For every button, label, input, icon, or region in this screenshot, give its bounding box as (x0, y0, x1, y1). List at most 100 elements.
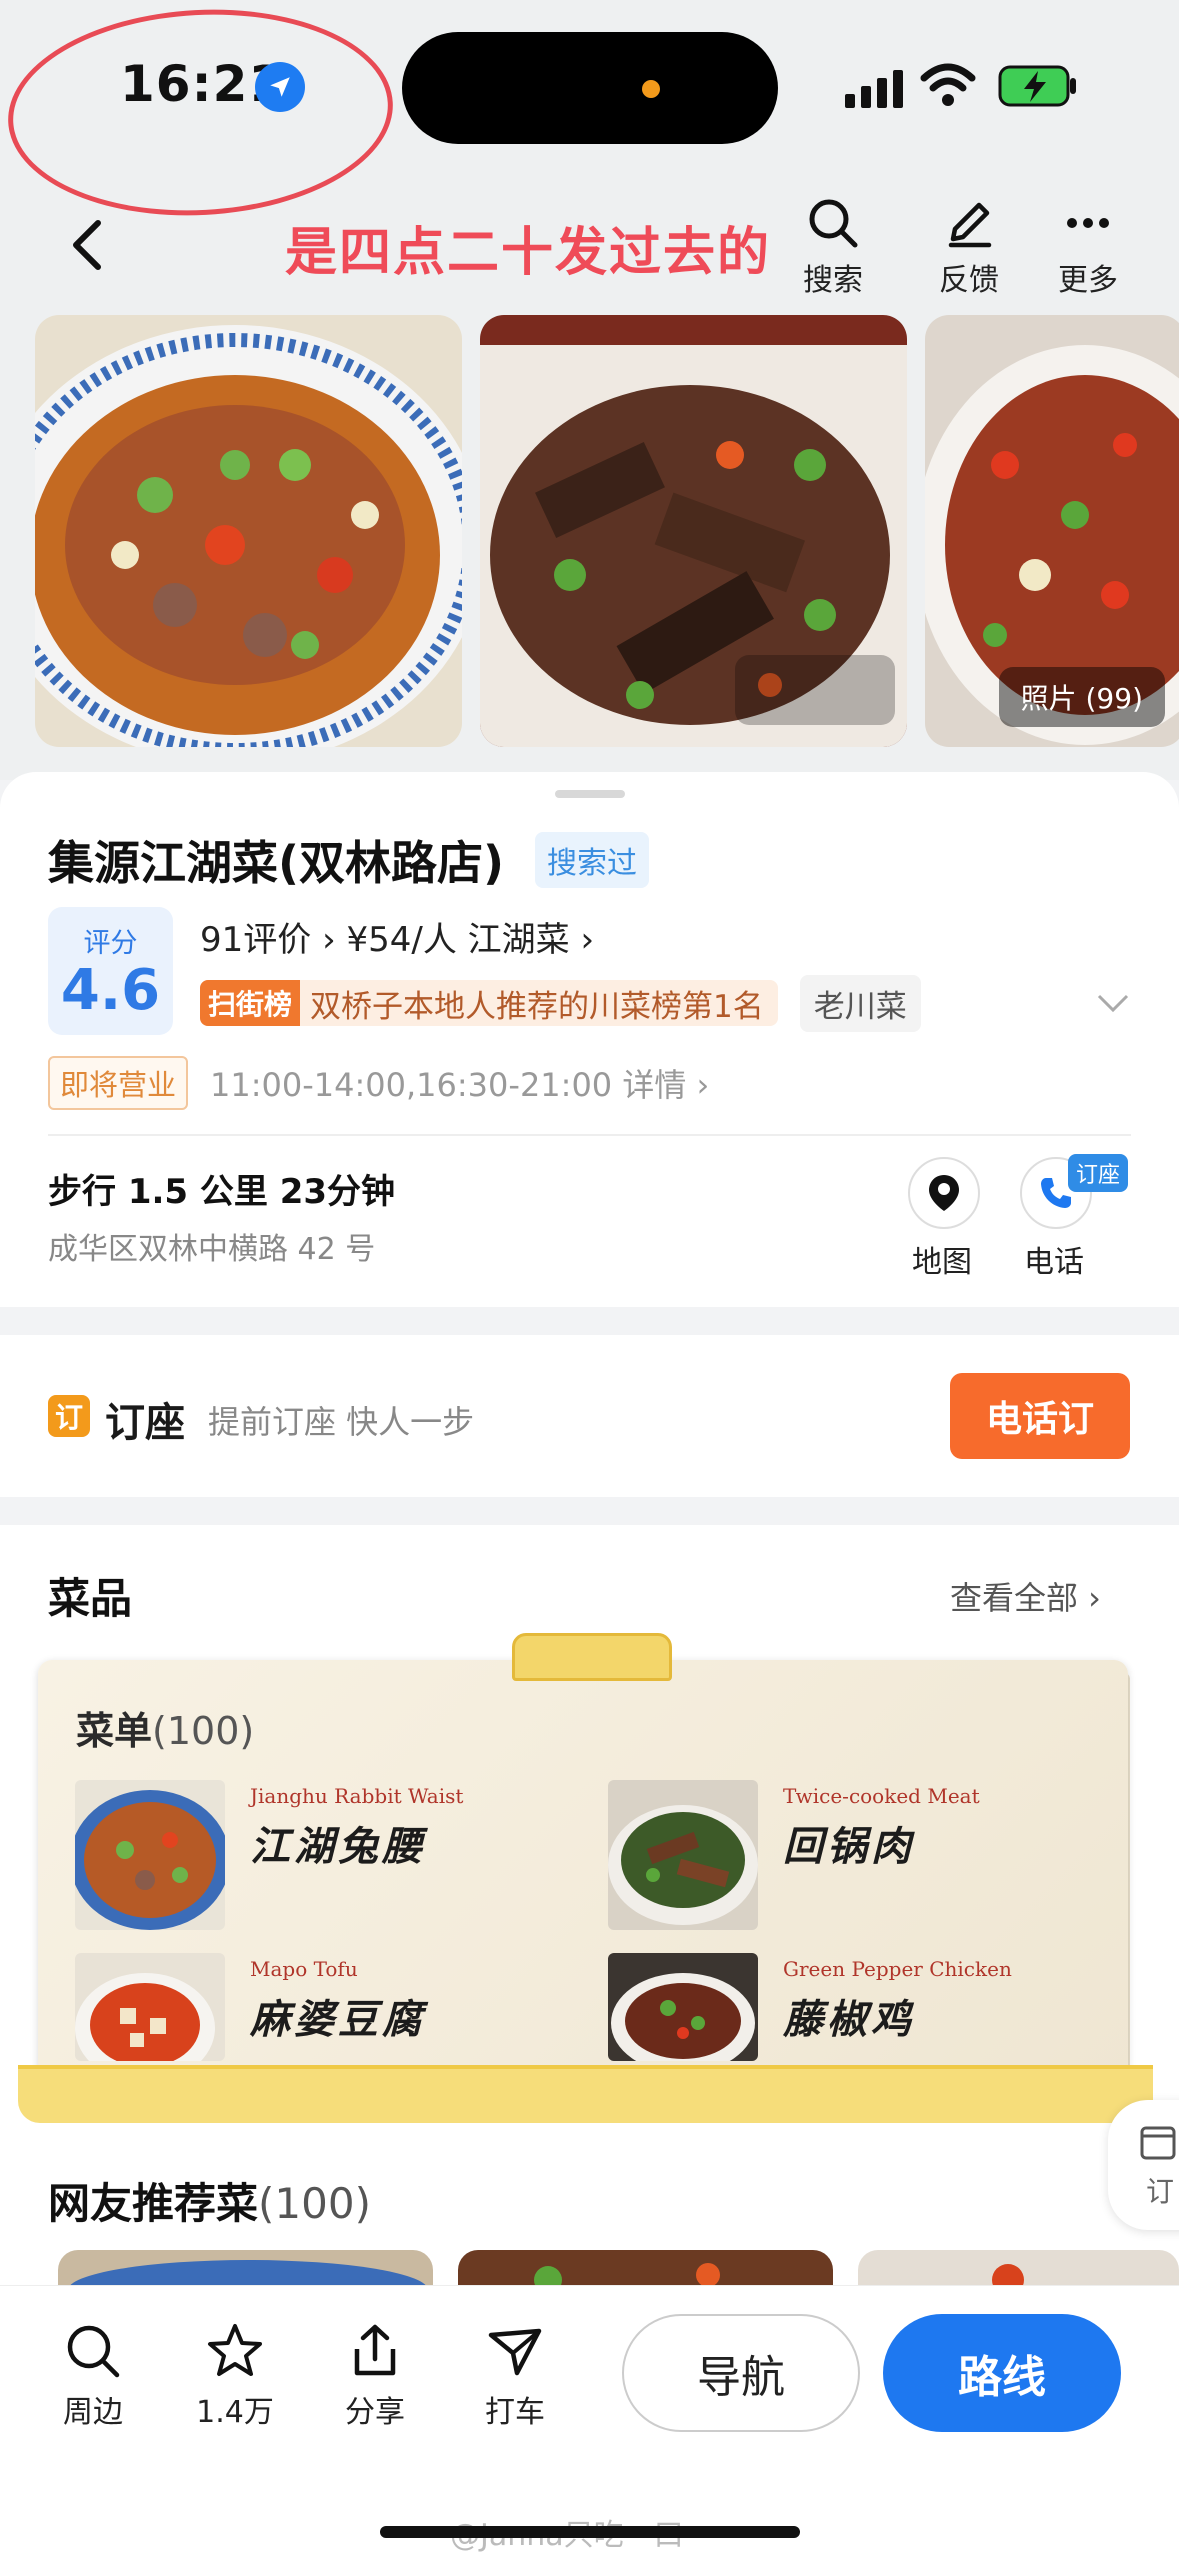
category-tag: 老川菜 (799, 974, 921, 1032)
menu-item[interactable]: Twice-cooked Meat 回锅肉 (608, 1780, 1088, 1930)
opening-hours[interactable]: 11:00-14:00,16:30-21:00 详情 › (210, 1060, 709, 1106)
walk-distance: 步行 1.5 公里 23分钟 (48, 1172, 396, 1212)
call-to-book-button[interactable]: 电话订 (950, 1373, 1130, 1459)
menu-item[interactable]: Mapo Tofu 麻婆豆腐 (75, 1953, 555, 2061)
dish-thumbnail (608, 1953, 758, 2061)
bottom-action-bar: 周边 1.4万 分享 打车 导航 路线 @Janna只吃一口 (0, 2285, 1179, 2556)
taxi-icon (488, 2328, 542, 2376)
searched-tag: 搜索过 (535, 832, 649, 888)
nearby-button[interactable]: 周边 (38, 2321, 148, 2431)
home-indicator[interactable] (380, 2526, 800, 2538)
dish-chinese-name: 麻婆豆腐 (250, 1996, 426, 2043)
annotation-text: 是四点二十发过去的 (285, 223, 772, 283)
menu-clip (512, 1633, 672, 1681)
share-label: 分享 (345, 2395, 405, 2430)
menu-title: 菜单(100) (76, 1700, 254, 1755)
feedback-button[interactable]: 反馈 (924, 195, 1014, 298)
map-button[interactable] (908, 1157, 980, 1229)
more-label: 更多 (1058, 263, 1118, 298)
battery-charging-icon (998, 65, 1076, 107)
shop-info-card: 集源江湖菜(双林路店) 搜索过 评分 4.6 91评价 › ¥54/人 江湖菜 … (0, 772, 1179, 1307)
favorite-button[interactable]: 1.4万 (180, 2321, 290, 2431)
dish-english-name: Twice-cooked Meat (783, 1784, 980, 1808)
shop-name: 集源江湖菜(双林路店) (48, 836, 505, 890)
reservation-title: 订座 (105, 1400, 185, 1446)
recommended-dish-thumb[interactable] (458, 2250, 833, 2290)
search-label: 搜索 (803, 263, 863, 298)
back-icon[interactable] (60, 215, 120, 275)
rank-badge[interactable]: 扫街榜 双桥子本地人推荐的川菜榜第1名 (200, 980, 778, 1026)
dish-thumbnail (608, 1780, 758, 1930)
dish-thumbnail (75, 1780, 225, 1930)
menu-item[interactable]: Jianghu Rabbit Waist 江湖兔腰 (75, 1780, 555, 1930)
search-icon (67, 2325, 120, 2378)
chevron-down-icon[interactable] (1095, 992, 1131, 1016)
dish-photo-2[interactable] (480, 315, 907, 747)
more-button[interactable]: 更多 (1043, 195, 1133, 298)
calendar-icon (1140, 2126, 1176, 2160)
reviews-price-category[interactable]: 91评价 › ¥54/人 江湖菜 › (200, 912, 594, 961)
dish-thumbnail (75, 1953, 225, 2061)
dish-photo-1[interactable] (35, 315, 462, 747)
hours-row: 即将营业 11:00-14:00,16:30-21:00 详情 › (48, 1056, 709, 1110)
top-area: 16:21 是四点二十发过去的 搜索 反馈 更多 照片 (99) (0, 0, 1179, 780)
rank-logo: 扫街榜 (200, 980, 301, 1026)
dynamic-island (402, 32, 778, 144)
route-button[interactable]: 路线 (883, 2314, 1121, 2432)
dish-photo-3[interactable]: 照片 (99) (925, 315, 1179, 747)
menu-tray (18, 2065, 1153, 2123)
floating-book-label: 订 (1146, 2175, 1175, 2208)
rec-count: (100) (258, 2179, 371, 2228)
address: 成华区双林中横路 42 号 (48, 1232, 376, 1267)
wifi-icon (920, 63, 976, 106)
map-label: 地图 (912, 1245, 972, 1280)
divider (48, 1134, 1131, 1136)
map-pin-icon (929, 1175, 959, 1211)
dishes-card: 菜品 查看全部 › 菜单(100) Jianghu Rabbit Waist 江… (0, 1525, 1179, 2290)
reservation-subtitle: 提前订座 快人一步 (208, 1403, 475, 1441)
recommended-dish-thumb[interactable] (58, 2250, 433, 2290)
dish-english-name: Green Pepper Chicken (783, 1957, 1012, 1981)
book-mini-tag: 订座 (1068, 1154, 1129, 1192)
score-label: 评分 (83, 928, 138, 959)
status-badge: 即将营业 (48, 1056, 189, 1110)
rank-row: 扫街榜 双桥子本地人推荐的川菜榜第1名 老川菜 (200, 974, 921, 1032)
menu-count: (100) (152, 1709, 255, 1753)
cellular-signal-icon (845, 68, 903, 108)
reservation-card: 订 订座 提前订座 快人一步 电话订 (0, 1335, 1179, 1497)
favorite-count: 1.4万 (196, 2395, 274, 2430)
photo-count-button[interactable]: 照片 (99) (998, 667, 1165, 727)
navigate-button[interactable]: 导航 (622, 2314, 860, 2432)
privacy-indicator-dot (642, 80, 660, 98)
nearby-label: 周边 (63, 2395, 123, 2430)
recommended-dish-thumb[interactable] (858, 2250, 1179, 2290)
recommended-dishes-title: 网友推荐菜(100) (48, 2170, 371, 2231)
dish-chinese-name: 江湖兔腰 (250, 1823, 426, 1870)
search-button[interactable]: 搜索 (788, 195, 878, 298)
drag-handle[interactable] (555, 790, 625, 798)
phone-label: 电话 (1024, 1245, 1084, 1280)
share-button[interactable]: 分享 (320, 2321, 430, 2431)
rank-text: 双桥子本地人推荐的川菜榜第1名 (310, 988, 764, 1025)
score-box[interactable]: 评分 4.6 (48, 907, 173, 1035)
dish-english-name: Mapo Tofu (250, 1957, 358, 1981)
dish-chinese-name: 回锅肉 (783, 1823, 915, 1870)
menu-title-text: 菜单 (76, 1709, 153, 1753)
feedback-label: 反馈 (939, 263, 999, 298)
search-icon (809, 199, 858, 248)
menu-item[interactable]: Green Pepper Chicken 藤椒鸡 (608, 1953, 1088, 2061)
dish-english-name: Jianghu Rabbit Waist (250, 1784, 464, 1808)
edit-pencil-icon (948, 202, 992, 248)
reservation-icon: 订 (48, 1395, 90, 1437)
floating-book-button[interactable]: 订 (1108, 2100, 1179, 2230)
taxi-button[interactable]: 打车 (460, 2321, 570, 2431)
share-icon (354, 2324, 396, 2376)
see-all-link[interactable]: 查看全部 › (950, 1573, 1101, 1619)
more-dots-icon (1067, 218, 1109, 228)
dishes-title: 菜品 (48, 1574, 133, 1623)
score-value: 4.6 (60, 958, 161, 1023)
rec-title-text: 网友推荐菜 (48, 2179, 259, 2228)
taxi-label: 打车 (485, 2395, 545, 2430)
star-icon (208, 2324, 262, 2376)
dish-chinese-name: 藤椒鸡 (783, 1996, 915, 2043)
